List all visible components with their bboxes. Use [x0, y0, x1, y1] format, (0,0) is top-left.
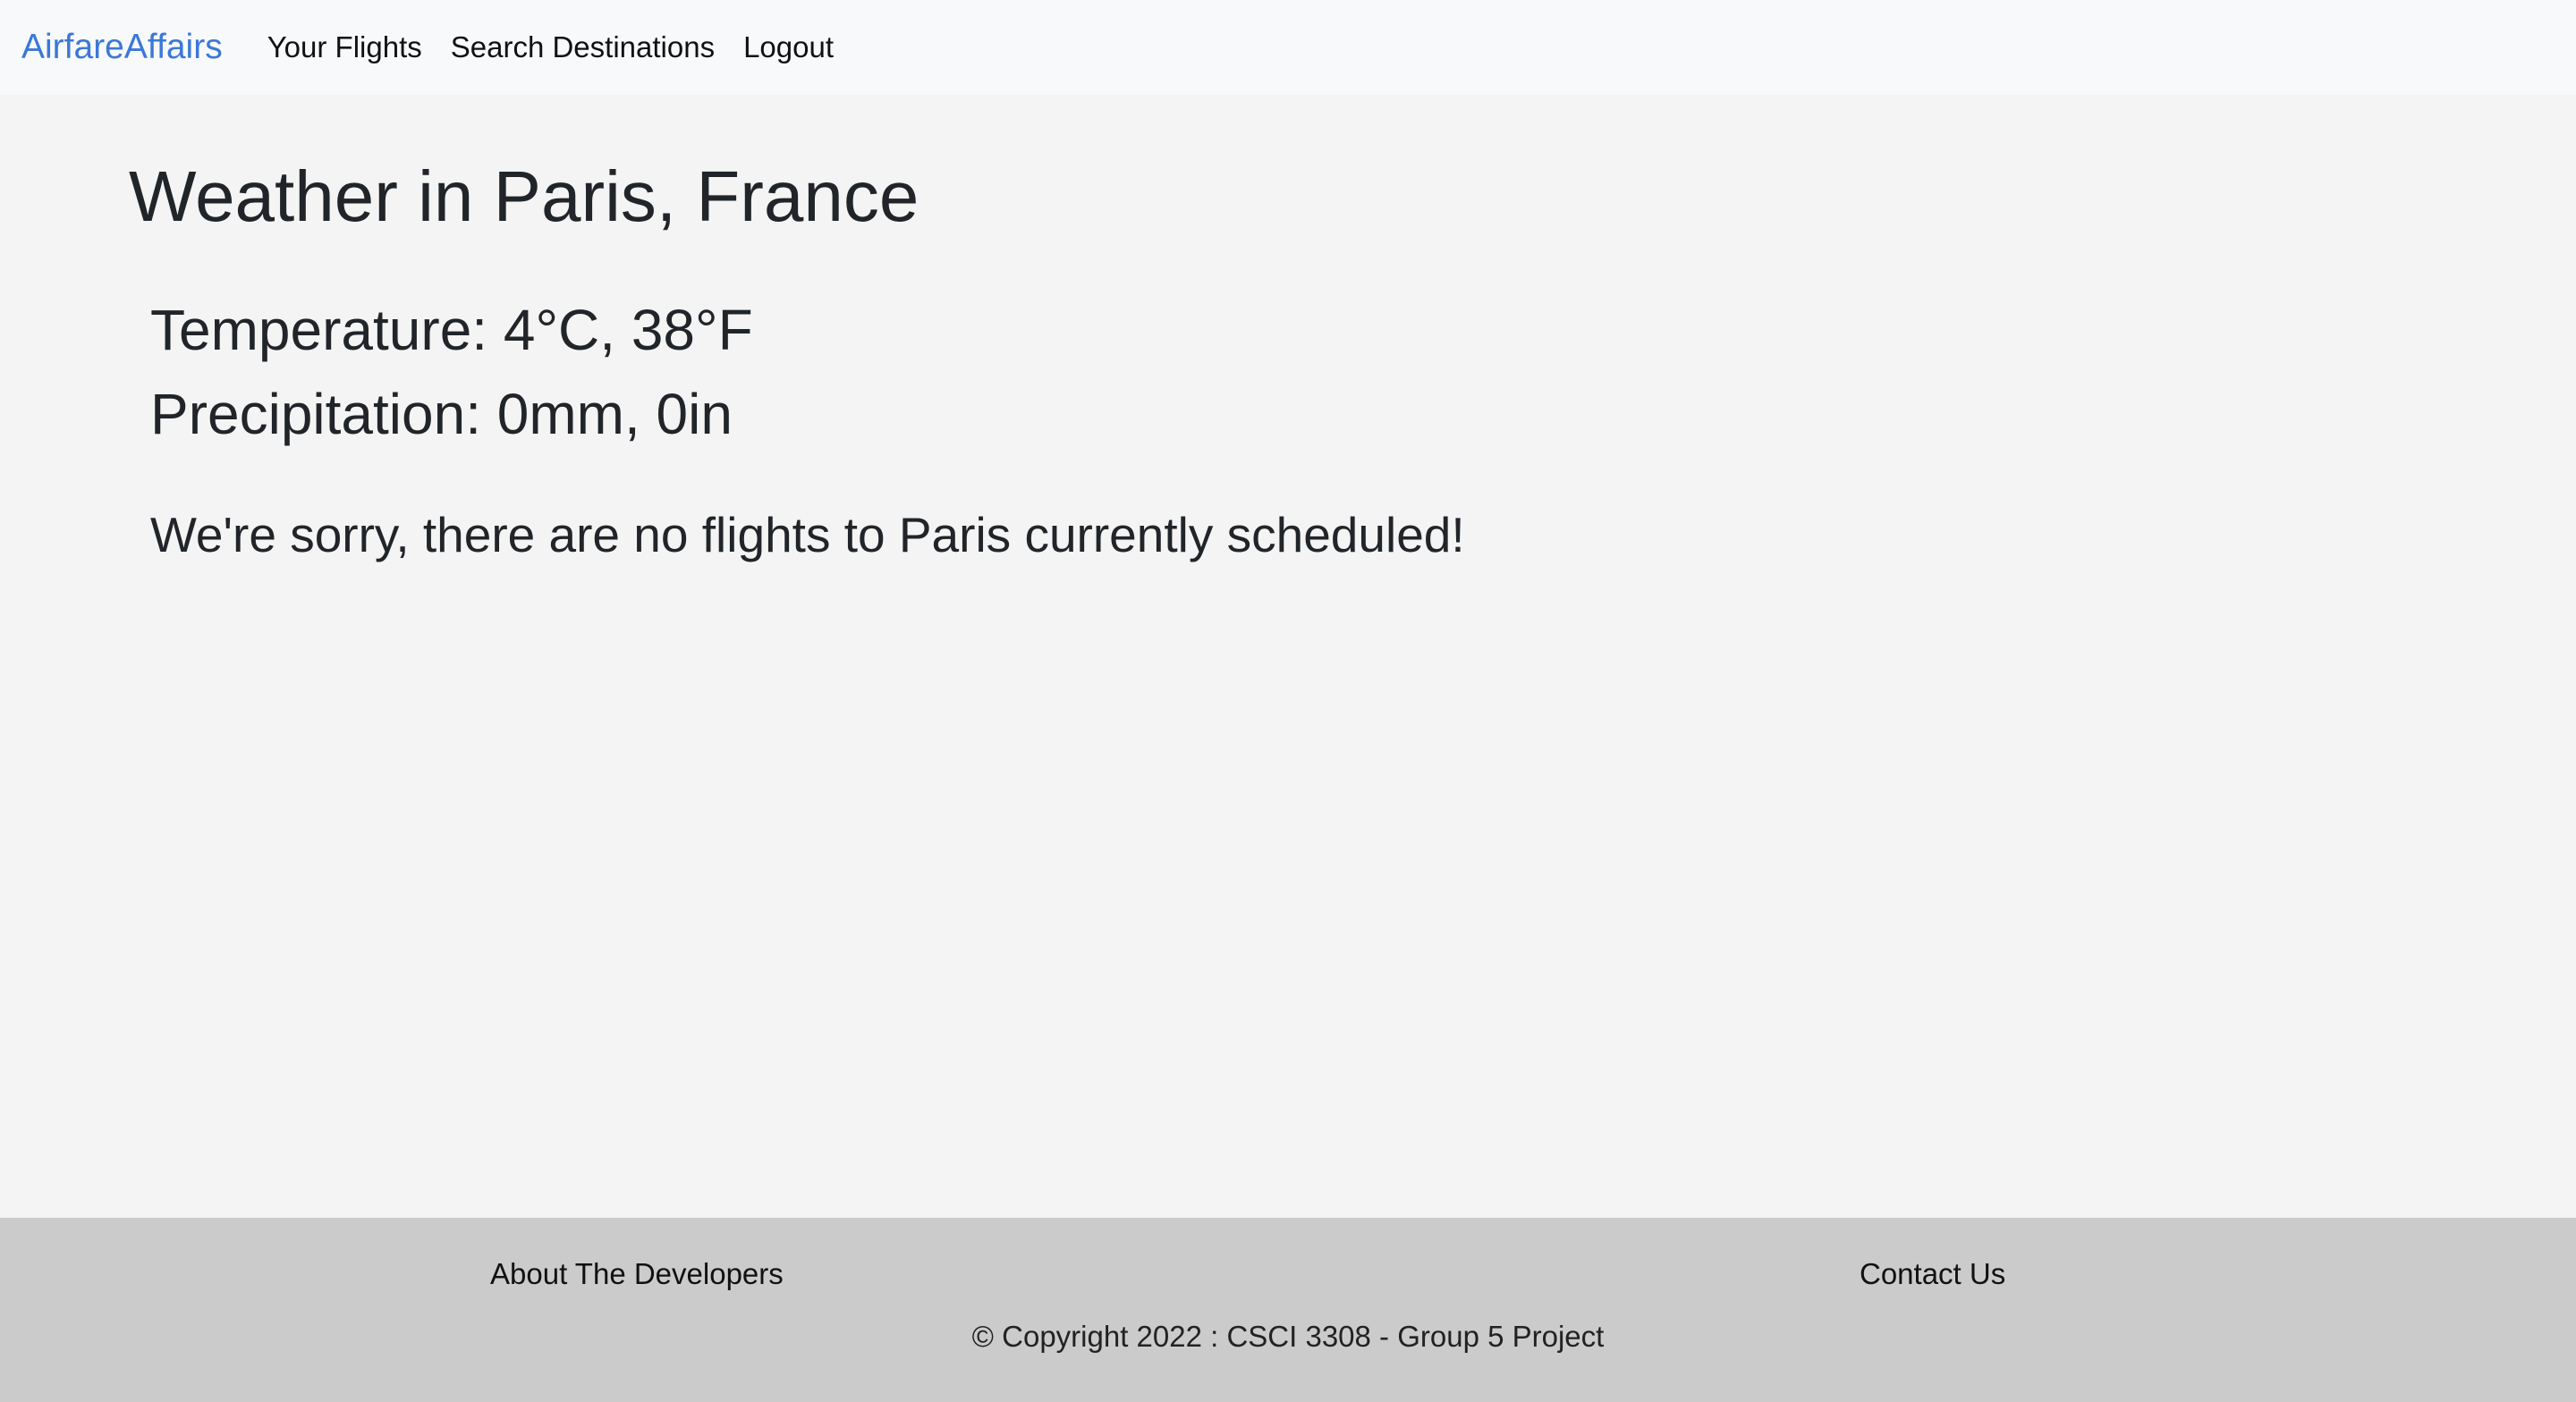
nav-logout[interactable]: Logout — [743, 30, 834, 64]
navbar: AirfareAffairs Your Flights Search Desti… — [0, 0, 2576, 95]
temperature-text: Temperature: 4°C, 38°F — [150, 298, 753, 362]
nav-your-flights[interactable]: Your Flights — [267, 30, 422, 64]
copyright-text: © Copyright 2022 : CSCI 3308 - Group 5 P… — [971, 1320, 1605, 1353]
nav-search-destinations[interactable]: Search Destinations — [451, 30, 715, 64]
page: AirfareAffairs Your Flights Search Desti… — [0, 0, 2576, 1402]
no-flights-message: We're sorry, there are no flights to Par… — [150, 507, 1465, 562]
page-title: Weather in Paris, France — [129, 156, 919, 236]
footer: About The Developers Contact Us © Copyri… — [0, 1218, 2576, 1402]
main-content: Weather in Paris, France Temperature: 4°… — [0, 95, 2576, 1218]
contact-us-link[interactable]: Contact Us — [1860, 1257, 2005, 1291]
about-developers-link[interactable]: About The Developers — [490, 1257, 784, 1291]
brand-link[interactable]: AirfareAffairs — [21, 28, 223, 67]
precipitation-text: Precipitation: 0mm, 0in — [150, 382, 733, 446]
